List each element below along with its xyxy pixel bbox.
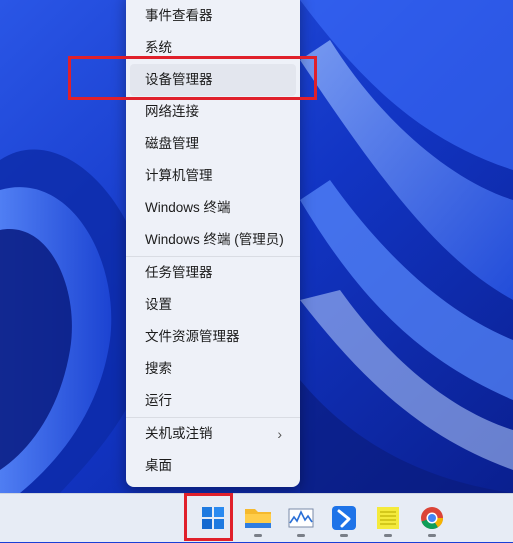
menu-item-windows-terminal-admin[interactable]: Windows 终端 (管理员) [130, 224, 296, 256]
menu-item-run[interactable]: 运行 [130, 385, 296, 417]
highlight-box-start-button [184, 493, 233, 541]
taskbar-notepad[interactable] [368, 498, 408, 538]
menu-item-windows-terminal[interactable]: Windows 终端 [130, 192, 296, 224]
menu-item-search[interactable]: 搜索 [130, 353, 296, 385]
taskbar [0, 493, 513, 542]
highlight-box-device-manager [68, 56, 317, 100]
taskbar-file-explorer[interactable] [238, 498, 278, 538]
taskbar-performance-monitor[interactable] [281, 498, 321, 538]
taskbar-feishu[interactable] [324, 498, 364, 538]
menu-item-computer-management[interactable]: 计算机管理 [130, 160, 296, 192]
menu-item-settings[interactable]: 设置 [130, 289, 296, 321]
menu-item-task-manager[interactable]: 任务管理器 [130, 257, 296, 289]
running-indicator [254, 534, 262, 537]
taskbar-chrome[interactable] [412, 498, 452, 538]
running-indicator [297, 534, 305, 537]
menu-item-file-explorer[interactable]: 文件资源管理器 [130, 321, 296, 353]
notepad-icon [377, 507, 399, 529]
file-explorer-icon [245, 509, 271, 528]
performance-monitor-icon [288, 508, 314, 528]
running-indicator [384, 534, 392, 537]
chrome-icon [421, 507, 443, 530]
menu-item-network-connections[interactable]: 网络连接 [130, 96, 296, 128]
running-indicator [340, 534, 348, 537]
running-indicator [428, 534, 436, 537]
feishu-icon [332, 506, 356, 530]
menu-item-disk-management[interactable]: 磁盘管理 [130, 128, 296, 160]
menu-item-shutdown-signout[interactable]: 关机或注销 › [130, 418, 296, 450]
menu-item-desktop[interactable]: 桌面 [130, 450, 296, 482]
menu-item-label: 关机或注销 [145, 426, 213, 441]
chevron-right-icon: › [277, 426, 282, 442]
menu-item-event-viewer[interactable]: 事件查看器 [130, 0, 296, 32]
